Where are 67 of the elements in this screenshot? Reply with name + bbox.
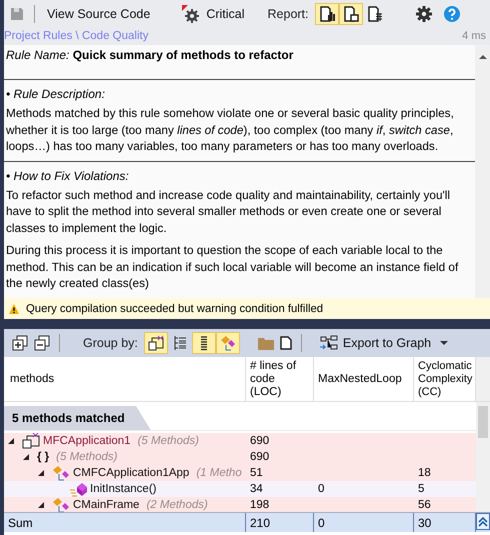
help-icon[interactable] xyxy=(442,4,461,22)
scrollbar[interactable] xyxy=(475,45,490,298)
table-cell-text: 0 xyxy=(318,482,324,497)
table-cell-text: 18 xyxy=(418,466,431,481)
row-count: (1 Metho xyxy=(196,466,242,481)
paragraph: To refactor such method and increase code quality and maintainability, certainly you'll have to split the method into several smaller methods or even create one or several classes to implement the logic. xyxy=(6,186,452,236)
row-count: (5 Methods) xyxy=(138,434,199,449)
row-count: (2 Methods) xyxy=(146,498,208,512)
duration-label: 4 ms xyxy=(462,30,486,42)
row-count: (5 Methods) xyxy=(56,450,118,465)
settings-icon[interactable] xyxy=(414,4,433,22)
group-by-button[interactable] xyxy=(192,332,216,354)
document-icon[interactable] xyxy=(280,336,292,350)
graph-icon xyxy=(320,335,338,351)
table-cell-text: 690 xyxy=(250,434,270,449)
class-icon xyxy=(52,465,70,481)
table-cell-text: 51 xyxy=(250,466,263,481)
table-cell-text: 5 xyxy=(418,482,424,497)
class-icon xyxy=(52,497,70,512)
method-icon xyxy=(69,481,87,497)
column-header[interactable]: # lines of code (LOC) xyxy=(246,357,314,401)
expander-icon[interactable] xyxy=(23,454,29,460)
expander-icon[interactable] xyxy=(38,470,44,476)
collapse-all-icon[interactable] xyxy=(34,335,50,351)
row-name[interactable]: CMainFrame xyxy=(73,497,140,512)
scroll-top-button[interactable] xyxy=(476,513,490,530)
column-header[interactable]: MaxNestedLoop xyxy=(314,357,414,401)
chart-report-icon xyxy=(318,6,335,22)
expander-icon[interactable] xyxy=(8,438,14,444)
row-name[interactable]: CMFCApplication1App xyxy=(73,465,190,481)
document-report-icon xyxy=(342,6,359,22)
expand-all-icon[interactable] xyxy=(12,335,28,351)
row-name[interactable]: InitInstance() xyxy=(90,481,156,497)
table-cell-text: 56 xyxy=(418,498,431,512)
view-source-code-button[interactable]: View Source Code xyxy=(44,4,154,22)
gear-icon xyxy=(182,4,200,22)
table-cell-text: 690 xyxy=(250,450,270,465)
table-cell-text: 198 xyxy=(250,498,270,512)
severity-button[interactable]: Critical xyxy=(179,2,248,24)
section-heading: • How to Fix Violations: xyxy=(6,168,130,184)
tree-list-icon xyxy=(172,335,188,351)
table-report-icon xyxy=(366,6,383,22)
expander-icon[interactable] xyxy=(38,502,44,508)
row-name[interactable]: MFCApplication1 xyxy=(43,433,131,449)
project-icon xyxy=(148,335,164,351)
warning-icon xyxy=(8,302,20,314)
sum-label: Sum xyxy=(8,516,33,530)
group-by-button[interactable] xyxy=(144,332,168,354)
class-icon xyxy=(220,335,236,351)
paragraph: During this process it is important to question the scope of each variable local to the method. This can be an indication if such local variable will become an instance field of the newly created class(es) xyxy=(6,242,460,292)
row-name[interactable]: { } xyxy=(37,449,50,465)
section-heading: • Rule Description: xyxy=(6,86,106,102)
scrollbar[interactable] xyxy=(476,402,490,512)
status-message: Query compilation succeeded but warning condition fulfilled xyxy=(26,302,324,314)
project-icon xyxy=(22,433,40,449)
sum-value: 30 xyxy=(418,516,432,530)
export-to-graph-button[interactable]: Export to Graph xyxy=(316,333,452,353)
report-button[interactable] xyxy=(314,2,339,24)
table-cell-text: 34 xyxy=(250,482,263,497)
group-by-label: Group by: xyxy=(83,336,138,350)
report-label: Report: xyxy=(268,6,309,20)
rule-name: Rule Name: Quick summary of methods to refactor xyxy=(6,47,294,63)
sum-value: 0 xyxy=(318,516,325,530)
report-button[interactable] xyxy=(338,2,363,24)
sum-value: 210 xyxy=(250,516,270,530)
paragraph: Methods matched by this rule somehow violate one or several basic quality principles, whether it is too large (too many lines of code), too complex (too many if, switch case, loops…) has too many variables, too many parameters or has too many overloads. xyxy=(6,105,455,154)
column-header[interactable]: methods xyxy=(4,357,246,401)
